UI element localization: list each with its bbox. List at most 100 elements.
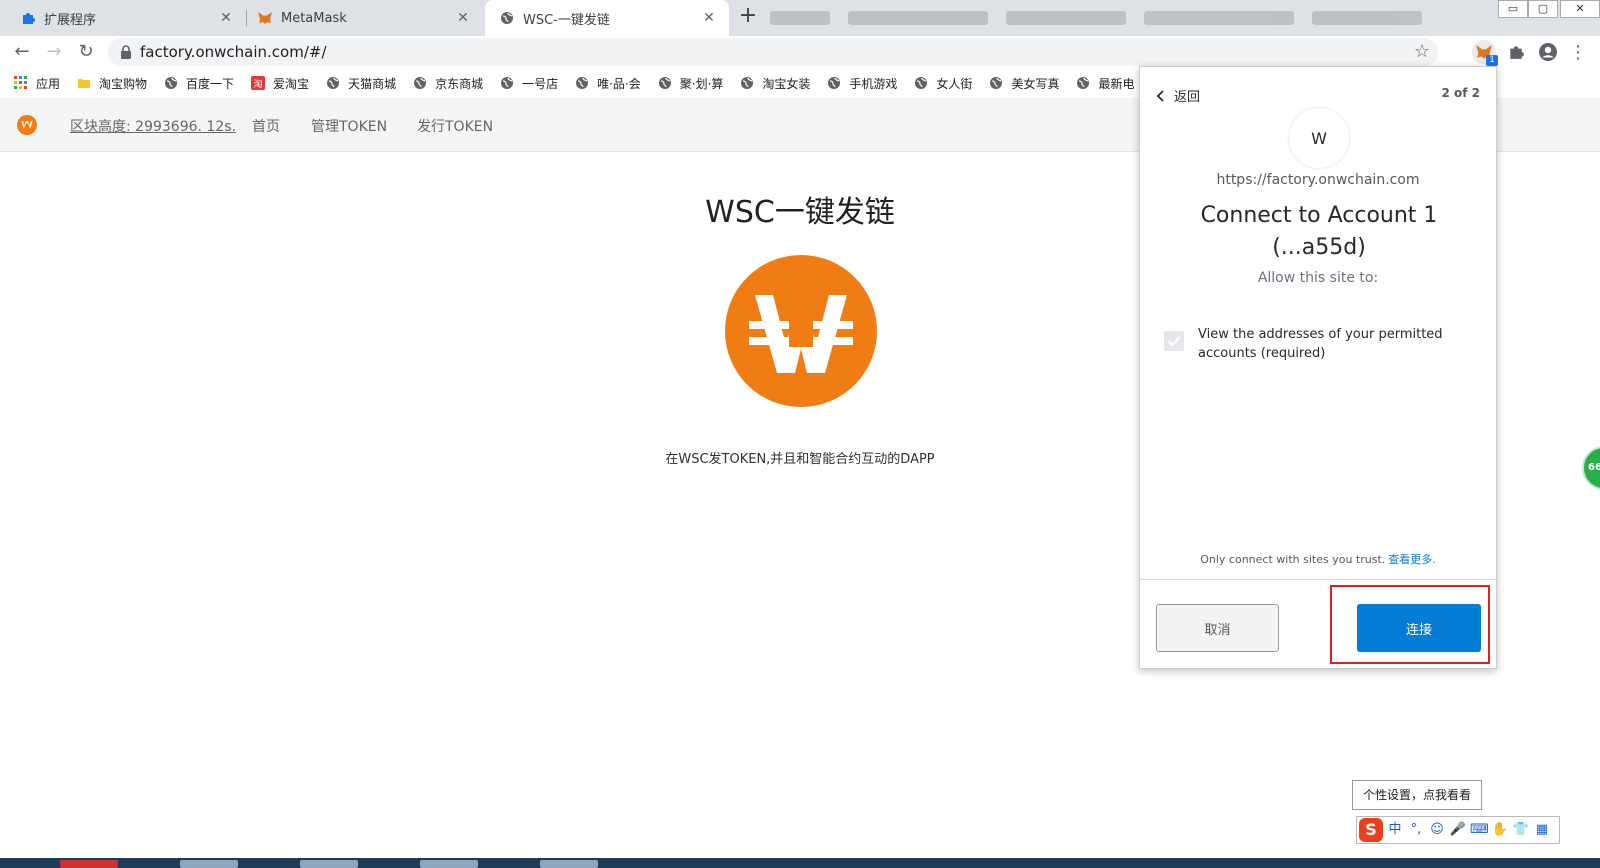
bookmark-item[interactable]: 最新电: [1076, 75, 1134, 92]
close-icon[interactable]: ✕: [701, 10, 717, 26]
bookmark-label: 京东商城: [435, 76, 484, 91]
bookmark-label: 应用: [36, 76, 61, 91]
metamask-extension-button[interactable]: 1: [1472, 40, 1498, 66]
ime-toolbar: S 中 °, ☺ 🎤 ⌨ ✋ 👕 ▦: [1356, 816, 1560, 844]
nav-home[interactable]: 首页: [252, 116, 280, 136]
globe-icon: [499, 10, 515, 26]
globe-icon: [575, 76, 589, 90]
globe-icon: [914, 76, 928, 90]
metamask-connect-popup: 返回 2 of 2 W https://factory.onwchain.com…: [1139, 66, 1497, 669]
puzzle-icon: [20, 10, 36, 26]
bookmark-item[interactable]: 京东商城: [413, 75, 483, 92]
sogou-logo-icon[interactable]: S: [1359, 818, 1383, 842]
bookmark-item[interactable]: 手机游戏: [827, 75, 897, 92]
step-indicator: 2 of 2: [1441, 86, 1480, 100]
connect-title: Connect to Account 1 (...a55d): [1200, 203, 1438, 260]
bookmark-star-icon[interactable]: ☆: [1414, 41, 1430, 62]
bookmark-label: 百度一下: [186, 76, 235, 91]
bookmark-item[interactable]: 天猫商城: [326, 75, 396, 92]
extensions-puzzle-icon[interactable]: [1504, 40, 1528, 64]
highlight-annotation-box: [1330, 585, 1490, 664]
bookmark-label: 淘宝女装: [762, 76, 811, 91]
profile-avatar-icon[interactable]: [1536, 40, 1560, 64]
minimize-button[interactable]: ▭: [1498, 0, 1528, 18]
globe-icon: [740, 76, 754, 90]
keyboard-icon[interactable]: ⌨: [1470, 821, 1489, 839]
reload-icon[interactable]: ↻: [74, 40, 98, 64]
bookmark-item[interactable]: 唯·品·会: [575, 75, 641, 92]
permission-text: View the addresses of your permitted acc…: [1198, 327, 1443, 361]
forward-arrow-icon[interactable]: →: [42, 40, 66, 64]
chinese-mode-icon[interactable]: 中: [1386, 821, 1404, 839]
nav-issue-token[interactable]: 发行TOKEN: [417, 116, 493, 136]
emoji-icon[interactable]: ☺: [1428, 821, 1446, 839]
address-bar[interactable]: factory.onwchain.com/#/ ☆: [108, 38, 1438, 66]
wsc-won-logo: [725, 255, 877, 407]
svg-text:淘: 淘: [254, 78, 263, 90]
bookmark-item[interactable]: 美女写真: [989, 75, 1059, 92]
bookmark-item[interactable]: 聚·划·算: [658, 75, 724, 92]
check-icon: [1167, 336, 1181, 347]
microphone-icon[interactable]: 🎤: [1449, 821, 1467, 839]
notification-badge: 1: [1486, 55, 1498, 66]
skin-icon[interactable]: 👕: [1512, 821, 1530, 839]
learn-more-link[interactable]: 查看更多.: [1388, 553, 1436, 566]
globe-icon: [989, 76, 1003, 90]
bookmark-item[interactable]: 一号店: [500, 75, 558, 92]
taskbar-item[interactable]: [60, 860, 118, 868]
tab-label: 扩展程序: [44, 12, 97, 28]
bookmark-label: 淘宝购物: [99, 76, 148, 91]
tab-label: WSC-一键发链: [523, 12, 610, 28]
bookmark-item[interactable]: 淘宝购物: [77, 75, 147, 92]
allow-label: Allow this site to:: [1257, 270, 1379, 286]
bookmark-item[interactable]: 淘爱淘宝: [251, 75, 309, 92]
bookmark-label: 最新电: [1098, 76, 1135, 91]
tab-label: MetaMask: [281, 10, 347, 26]
taskbar-item[interactable]: [300, 860, 358, 868]
close-icon[interactable]: ✕: [455, 10, 471, 26]
bookmark-label: 手机游戏: [849, 76, 898, 91]
taskbar-item[interactable]: [180, 860, 238, 868]
ime-tooltip: 个性设置，点我看看: [1352, 780, 1482, 810]
back-label: 返回: [1174, 90, 1201, 105]
wsc-logo-icon[interactable]: [17, 115, 37, 135]
toolbox-icon[interactable]: ▦: [1533, 821, 1551, 839]
bookmark-label: 爱淘宝: [273, 76, 310, 91]
bookmark-item[interactable]: 女人街: [914, 75, 972, 92]
taskbar-item[interactable]: [540, 860, 598, 868]
taskbar-item[interactable]: [420, 860, 478, 868]
footer-divider: [1140, 579, 1496, 580]
close-window-button[interactable]: ✕: [1560, 0, 1600, 18]
globe-icon: [658, 76, 672, 90]
permission-item: View the addresses of your permitted acc…: [1164, 325, 1482, 363]
block-height-link[interactable]: 区块高度: 2993696. 12s.: [70, 116, 236, 136]
bookmark-label: 聚·划·算: [679, 76, 724, 91]
tab-extensions[interactable]: 扩展程序 ✕: [0, 0, 246, 36]
back-button[interactable]: 返回: [1156, 86, 1200, 105]
os-taskbar: [0, 858, 1600, 868]
page-subtitle: 在WSC发TOKEN,并且和智能合约互动的DAPP: [665, 452, 935, 467]
background-window-tabs: [770, 4, 1430, 32]
nav-manage-token[interactable]: 管理TOKEN: [311, 116, 387, 136]
bookmark-item[interactable]: 百度一下: [164, 75, 234, 92]
globe-icon: [500, 76, 514, 90]
handwriting-icon[interactable]: ✋: [1491, 821, 1509, 839]
new-tab-button[interactable]: +: [736, 5, 760, 29]
menu-kebab-icon[interactable]: ⋮: [1566, 40, 1590, 64]
back-arrow-icon[interactable]: ←: [10, 40, 34, 64]
bookmark-item[interactable]: 应用: [14, 75, 60, 92]
apps-grid-icon: [14, 76, 28, 90]
cancel-button[interactable]: 取消: [1156, 604, 1279, 652]
trust-notice: Only connect with sites you trust. 查看更多.: [1140, 551, 1496, 567]
restore-button[interactable]: ▢: [1528, 0, 1558, 18]
bookmark-label: 女人街: [936, 76, 973, 91]
close-icon[interactable]: ✕: [218, 10, 234, 26]
tab-wsc[interactable]: WSC-一键发链 ✕: [485, 0, 729, 36]
metamask-fox-icon: [257, 10, 273, 26]
url-text: factory.onwchain.com/#/: [140, 43, 327, 61]
bookmark-item[interactable]: 淘宝女装: [740, 75, 810, 92]
permission-checkbox[interactable]: [1164, 331, 1184, 351]
tab-metamask[interactable]: MetaMask ✕: [247, 0, 483, 36]
chevron-left-icon: [1156, 89, 1164, 102]
punctuation-icon[interactable]: °,: [1407, 821, 1425, 839]
